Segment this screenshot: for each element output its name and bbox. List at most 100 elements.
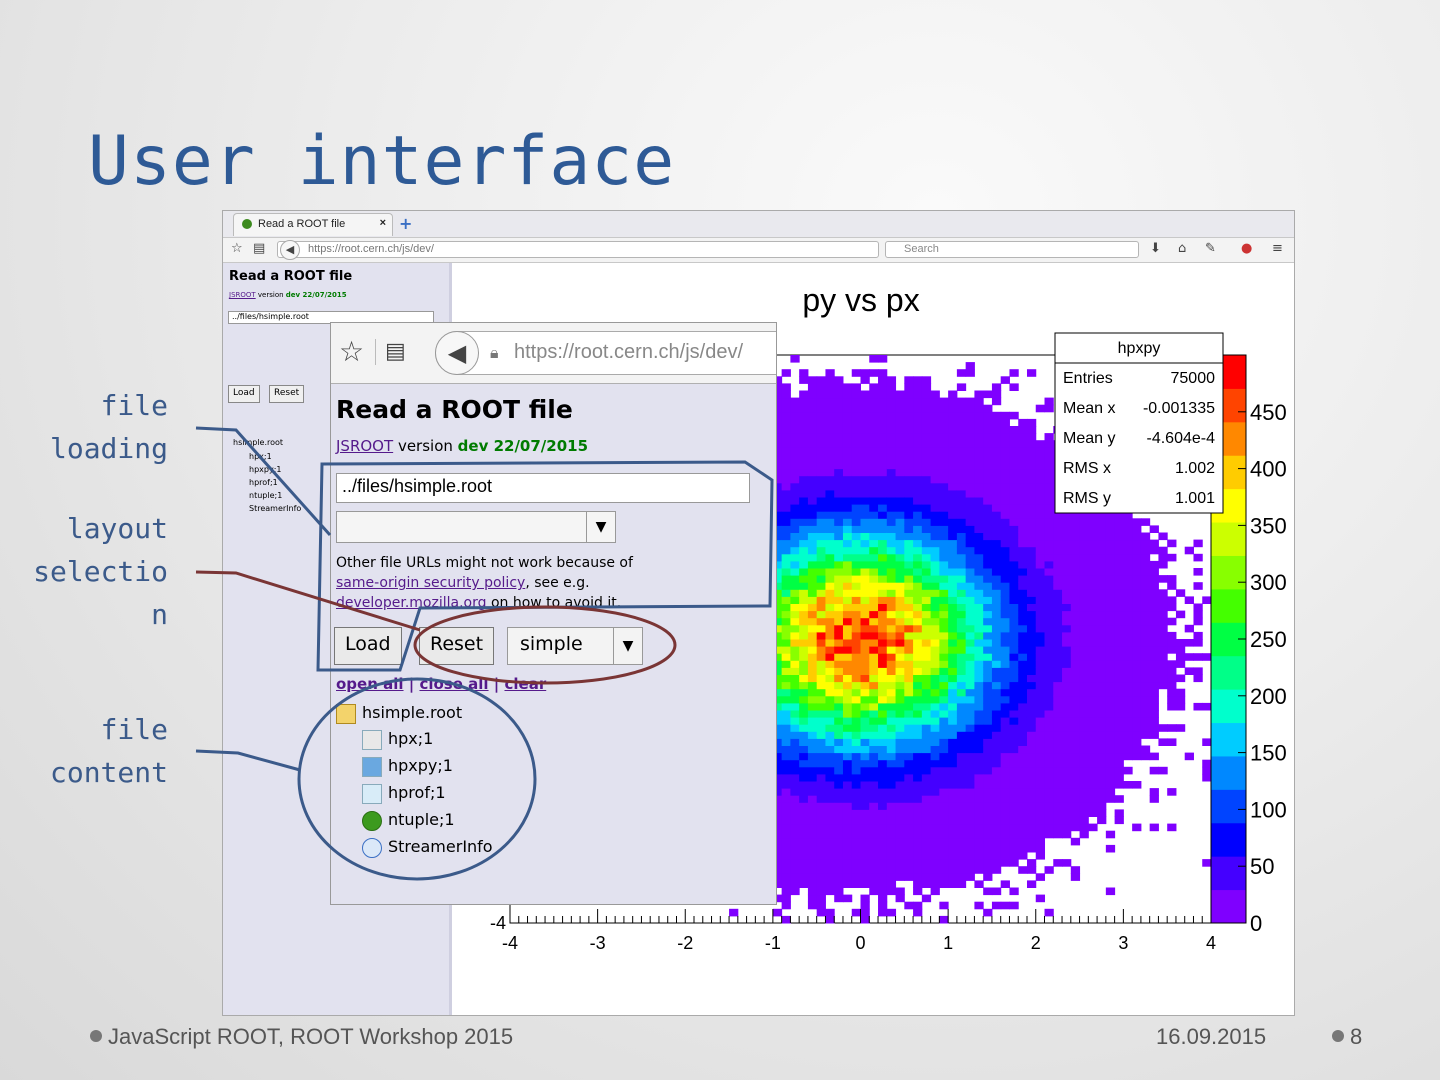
tree-item-hpxpy[interactable]: hpxpy;1 <box>362 756 453 777</box>
back-arrow-icon[interactable]: ◀ <box>280 240 300 260</box>
mozilla-link[interactable]: developer.mozilla.org <box>336 595 487 611</box>
heatmap-bin <box>1018 702 1028 711</box>
stats-label: Entries <box>1063 370 1113 387</box>
heatmap-bin <box>834 433 844 441</box>
search-input[interactable]: Search <box>885 241 1139 258</box>
home-icon[interactable]: ⌂ <box>1178 241 1186 256</box>
jsroot-link[interactable]: JSROOT <box>336 437 393 455</box>
heatmap-bin <box>860 497 870 505</box>
heatmap-bin <box>1105 568 1116 576</box>
heatmap-bin <box>869 511 879 519</box>
left-pane-tree-hpxpy[interactable]: hpxpy;1 <box>249 465 281 474</box>
heatmap-bin <box>1035 475 1046 484</box>
zoomed-url-bar[interactable]: ◀ 🔒︎ https://root.cern.ch/js/dev/ <box>435 331 776 375</box>
close-icon[interactable]: × <box>380 217 386 229</box>
tools-icon[interactable]: ✎ <box>1205 241 1216 256</box>
bookmark-star-icon[interactable]: ☆ <box>339 335 364 368</box>
heatmap-bin <box>816 582 826 590</box>
open-all-link[interactable]: open all <box>336 675 404 693</box>
menu-icon[interactable]: ≡ <box>1272 241 1283 256</box>
heatmap-bin <box>1088 560 1098 569</box>
left-pane-tree-ntuple[interactable]: ntuple;1 <box>249 491 282 500</box>
heatmap-bin <box>913 639 923 647</box>
heatmap-bin <box>965 646 975 654</box>
heatmap-bin <box>851 511 861 519</box>
clear-link[interactable]: clear <box>504 675 546 693</box>
heatmap-bin <box>1132 624 1142 633</box>
addon-icon[interactable]: ● <box>1241 241 1252 256</box>
heatmap-bin <box>1079 596 1089 604</box>
heatmap-bin <box>904 525 914 533</box>
heatmap-bin <box>878 759 888 768</box>
heatmap-bin <box>921 624 932 633</box>
heatmap-bin <box>878 731 888 739</box>
heatmap-bin <box>1114 667 1124 675</box>
heatmap-bin <box>904 660 914 668</box>
tree-item-ntuple[interactable]: ntuple;1 <box>362 810 455 831</box>
heatmap-bin <box>1149 546 1159 555</box>
heatmap-bin <box>1035 724 1046 732</box>
close-all-link[interactable]: close all <box>419 675 488 693</box>
heatmap-bin <box>965 553 975 562</box>
heatmap-bin <box>851 575 861 583</box>
tree-item-hsimple[interactable]: hsimple.root <box>336 703 462 724</box>
heatmap-bin <box>842 497 853 505</box>
layout-select[interactable]: simple ▼ <box>507 627 643 665</box>
same-origin-link[interactable]: same-origin security policy <box>336 575 525 591</box>
back-arrow-icon[interactable]: ◀ <box>435 331 479 375</box>
load-button[interactable]: Load <box>334 627 402 665</box>
chevron-down-icon[interactable]: ▼ <box>586 512 615 542</box>
left-pane-tree-hsimple[interactable]: hsimple.root <box>233 438 283 447</box>
heatmap-bin <box>851 653 861 661</box>
heatmap-bin <box>834 788 844 796</box>
heatmap-bin <box>834 411 844 420</box>
left-pane-tree-hpx[interactable]: hpx;1 <box>249 452 272 461</box>
reader-icon[interactable]: ▤ <box>385 339 406 364</box>
heatmap-bin <box>1000 532 1010 541</box>
heatmap-bin <box>1009 482 1019 491</box>
reset-button[interactable]: Reset <box>419 627 495 665</box>
download-icon[interactable]: ⬇ <box>1150 241 1161 256</box>
heatmap-bin <box>965 539 975 548</box>
heatmap-bin <box>974 504 984 512</box>
left-pane-tree-streamerinfo[interactable]: StreamerInfo <box>249 504 301 513</box>
left-pane-tree-hprof[interactable]: hprof;1 <box>249 478 278 487</box>
tree-item-hpx[interactable]: hpx;1 <box>362 729 433 750</box>
new-tab-icon[interactable]: + <box>399 214 412 233</box>
chevron-down-icon[interactable]: ▼ <box>613 628 642 664</box>
callout-line: content <box>49 756 168 789</box>
file-url-input[interactable]: ../files/hsimple.root <box>336 473 750 503</box>
heatmap-bin <box>1035 631 1046 640</box>
heatmap-bin <box>930 482 940 491</box>
left-pane-load-button[interactable]: Load <box>228 385 260 403</box>
heatmap-bin <box>904 830 914 839</box>
heatmap-bin <box>1026 717 1037 725</box>
heatmap-bin <box>834 504 844 512</box>
heatmap-bin <box>842 568 853 576</box>
heatmap-bin <box>851 759 861 768</box>
heatmap-bin <box>1097 525 1107 533</box>
heatmap-bin <box>921 816 932 825</box>
heatmap-bin <box>842 617 853 626</box>
heatmap-bin <box>1088 809 1098 817</box>
heatmap-bin <box>1035 447 1046 455</box>
heatmap-bin <box>956 646 967 654</box>
jsroot-link-small[interactable]: JSROOT <box>229 291 256 299</box>
heatmap-bin <box>1114 710 1124 718</box>
heatmap-bin <box>1009 461 1019 470</box>
bookmark-star-icon[interactable]: ☆ <box>231 241 243 256</box>
file-select-dropdown[interactable]: ▼ <box>336 511 616 543</box>
heatmap-bin <box>1035 830 1046 839</box>
url-bar[interactable]: ◀ https://root.cern.ch/js/dev/ <box>277 240 879 260</box>
heatmap-bin <box>860 788 870 796</box>
left-pane-reset-button[interactable]: Reset <box>269 385 305 403</box>
browser-tab[interactable]: Read a ROOT file × <box>233 213 393 236</box>
heatmap-bin <box>1018 653 1028 661</box>
heatmap-bin <box>1079 809 1089 817</box>
heatmap-bin <box>781 624 791 633</box>
tree-item-hprof[interactable]: hprof;1 <box>362 783 446 804</box>
heatmap-bin <box>1070 653 1081 661</box>
heatmap-bin <box>956 702 967 711</box>
tree-item-streamerinfo[interactable]: StreamerInfo <box>362 837 493 858</box>
reader-icon[interactable]: ▤ <box>253 241 265 256</box>
